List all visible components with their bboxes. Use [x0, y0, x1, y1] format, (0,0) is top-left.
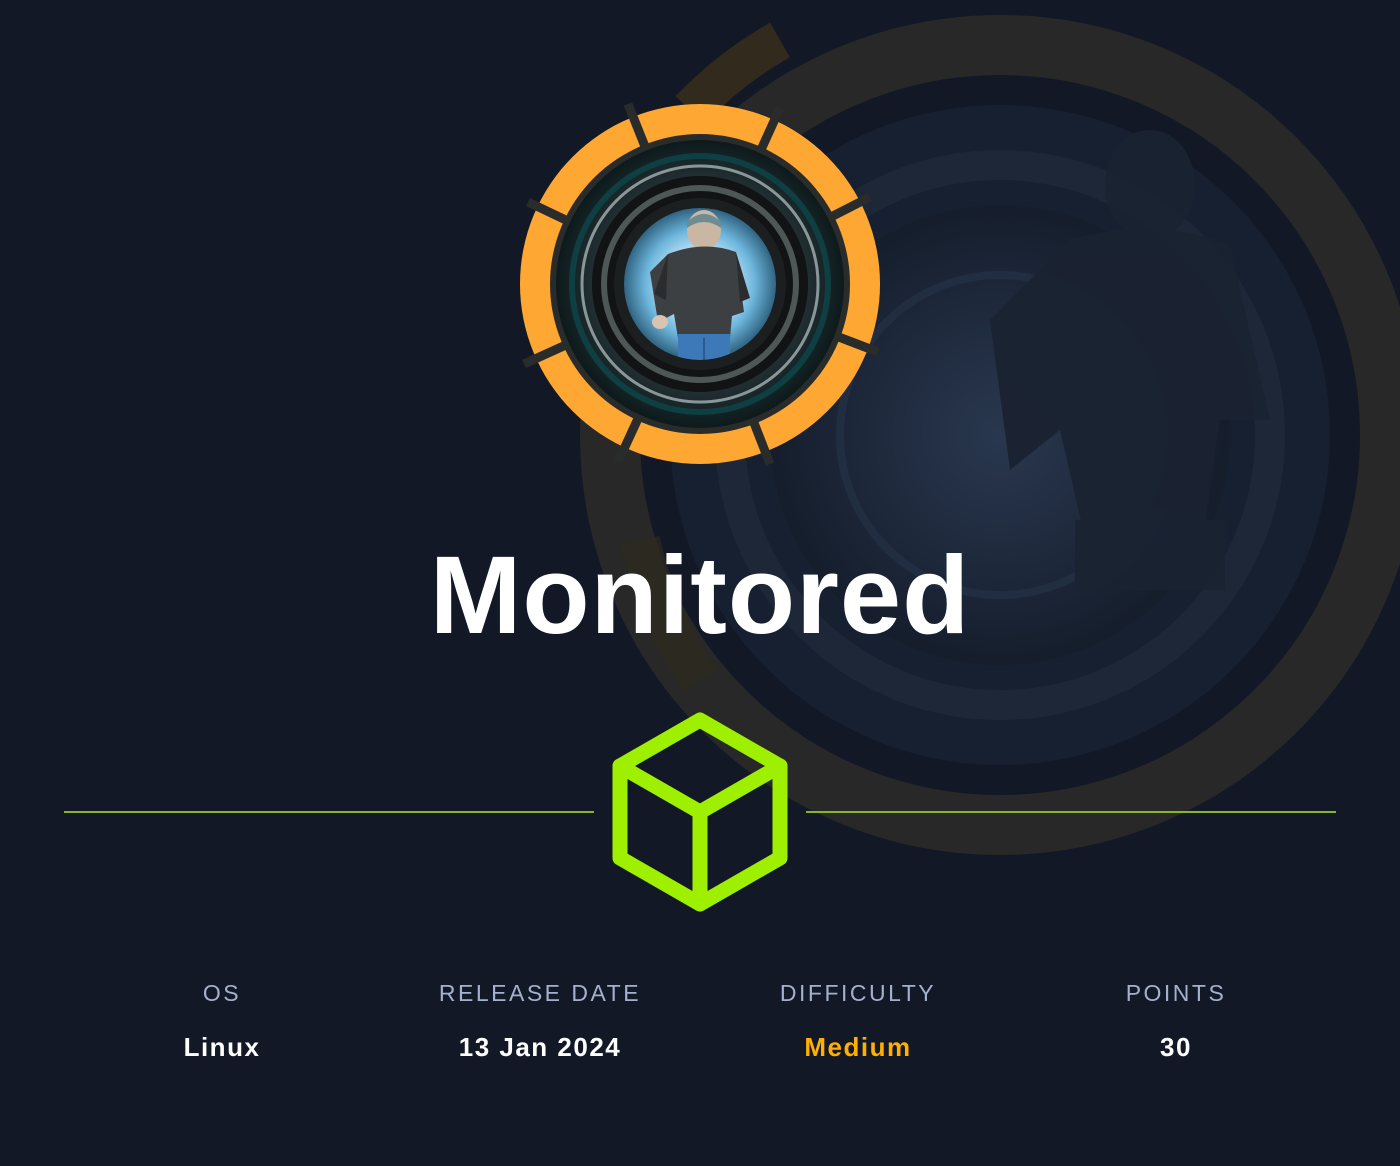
stat-points: POINTS 30 [1026, 978, 1326, 1064]
os-label: OS [202, 980, 242, 1006]
difficulty-value: Medium [804, 1032, 912, 1062]
release-date-label: RELEASE DATE [438, 980, 642, 1006]
divider-right [806, 811, 1336, 813]
release-date-value: 13 Jan 2024 [458, 1032, 622, 1062]
stat-difficulty: DIFFICULTY Medium [708, 978, 1008, 1064]
machine-title: Monitored [429, 534, 971, 657]
stat-os: OS Linux [72, 978, 372, 1064]
camera-lens-avatar-icon [520, 102, 880, 466]
divider-left [64, 811, 594, 813]
difficulty-label: DIFFICULTY [779, 980, 937, 1006]
machine-card: Monitored OS Linux RELEASE DATE 13 Jan 2… [0, 0, 1400, 1166]
machine-stats: OS Linux RELEASE DATE 13 Jan 2024 DIFFIC… [0, 978, 1400, 1078]
os-value: Linux [183, 1032, 261, 1062]
stat-release-date: RELEASE DATE 13 Jan 2024 [390, 978, 690, 1064]
points-label: POINTS [1125, 980, 1227, 1006]
hackthebox-cube-icon [612, 712, 788, 912]
points-value: 30 [1160, 1032, 1192, 1062]
